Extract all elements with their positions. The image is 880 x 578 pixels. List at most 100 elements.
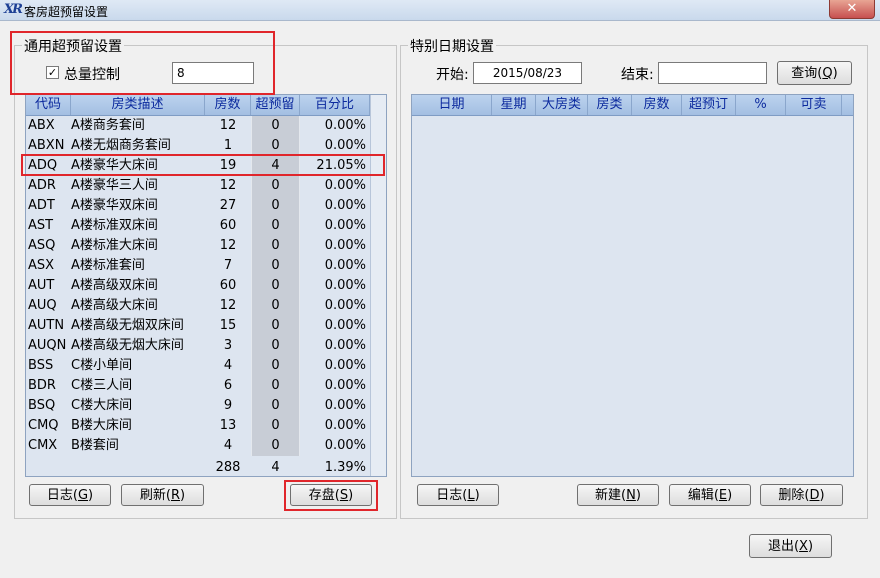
special-log-button[interactable]: 日志(L) — [417, 484, 499, 506]
row-overbook[interactable]: 0 — [251, 296, 300, 316]
row-rooms: 12 — [219, 298, 237, 313]
row-rooms: 12 — [219, 118, 237, 133]
column-header-room-count[interactable]: 房数 — [632, 95, 682, 115]
table-row[interactable]: ASQ A楼标准大床间 12 0 0.00% — [26, 236, 370, 256]
table-row[interactable]: ASX A楼标准套间 7 0 0.00% — [26, 256, 370, 276]
total-percent: 1.39% — [324, 460, 366, 475]
row-overbook[interactable]: 0 — [251, 336, 300, 356]
delete-button[interactable]: 删除(D) — [760, 484, 843, 506]
column-header-overbook[interactable]: 超预留 — [251, 95, 300, 115]
row-overbook[interactable]: 0 — [251, 116, 300, 136]
row-code: AUTN — [28, 318, 65, 333]
column-header-percent-sign[interactable]: % — [736, 95, 786, 115]
row-rooms: 4 — [223, 358, 233, 373]
row-percent: 0.00% — [324, 138, 366, 153]
column-header-rooms[interactable]: 房数 — [205, 95, 251, 115]
new-button[interactable]: 新建(N) — [577, 484, 659, 506]
room-type-grid-scroll-area[interactable] — [370, 95, 386, 476]
row-code: AUT — [28, 278, 55, 293]
row-percent: 0.00% — [324, 178, 366, 193]
row-overbook[interactable]: 0 — [251, 376, 300, 396]
table-row[interactable]: AUQN A楼高级无烟大床间 3 0 0.00% — [26, 336, 370, 356]
start-date-label: 开始: — [436, 67, 469, 83]
row-code: ADR — [28, 178, 56, 193]
column-header-percent[interactable]: 百分比 — [300, 95, 370, 115]
column-header-room-type[interactable]: 房类 — [588, 95, 632, 115]
row-code: CMX — [28, 438, 58, 453]
row-overbook[interactable]: 0 — [251, 136, 300, 156]
special-dates-grid-header: 日期 星期 大房类 房类 房数 超预订 % 可卖 — [412, 95, 853, 116]
start-date-input[interactable]: 2015/08/23 — [473, 62, 582, 84]
row-overbook[interactable]: 0 — [251, 356, 300, 376]
row-description: A楼豪华三人间 — [71, 178, 158, 193]
table-row[interactable]: BSQ C楼大床间 9 0 0.00% — [26, 396, 370, 416]
row-overbook[interactable]: 0 — [251, 256, 300, 276]
row-description: C楼大床间 — [71, 398, 133, 413]
row-percent: 0.00% — [324, 198, 366, 213]
row-description: A楼标准双床间 — [71, 218, 158, 233]
table-row[interactable]: ABX A楼商务套间 12 0 0.00% — [26, 116, 370, 136]
end-date-input[interactable] — [658, 62, 767, 84]
row-overbook[interactable]: 0 — [251, 176, 300, 196]
row-overbook[interactable]: 0 — [251, 196, 300, 216]
window-title: 客房超预留设置 — [24, 5, 109, 19]
table-row[interactable]: CMQ B楼大床间 13 0 0.00% — [26, 416, 370, 436]
table-row[interactable]: AUTN A楼高级无烟双床间 15 0 0.00% — [26, 316, 370, 336]
row-code: ADT — [28, 198, 55, 213]
column-header-overbooking[interactable]: 超预订 — [682, 95, 736, 115]
row-description: C楼三人间 — [71, 378, 133, 393]
query-button[interactable]: 查询(Q) — [777, 61, 852, 85]
row-rooms: 6 — [223, 378, 233, 393]
row-rooms: 9 — [223, 398, 233, 413]
totals-row: 288 4 1.39% — [26, 458, 370, 476]
row-percent: 0.00% — [324, 278, 366, 293]
row-percent: 0.00% — [324, 238, 366, 253]
row-rooms: 27 — [219, 198, 237, 213]
special-dates-grid: 日期 星期 大房类 房类 房数 超预订 % 可卖 — [411, 94, 854, 477]
exit-button[interactable]: 退出(X) — [749, 534, 832, 558]
row-rooms: 4 — [223, 438, 233, 453]
row-overbook[interactable]: 0 — [251, 416, 300, 436]
row-overbook[interactable]: 0 — [251, 276, 300, 296]
row-rooms: 12 — [219, 238, 237, 253]
row-overbook[interactable]: 0 — [251, 396, 300, 416]
row-overbook[interactable]: 0 — [251, 236, 300, 256]
row-percent: 0.00% — [324, 258, 366, 273]
row-description: A楼标准套间 — [71, 258, 145, 273]
row-rooms: 15 — [219, 318, 237, 333]
table-row[interactable]: AUT A楼高级双床间 60 0 0.00% — [26, 276, 370, 296]
highlight-general-settings — [10, 31, 275, 95]
row-percent: 0.00% — [324, 358, 366, 373]
row-description: A楼商务套间 — [71, 118, 145, 133]
edit-button[interactable]: 编辑(E) — [669, 484, 751, 506]
app-icon: XR — [4, 2, 23, 17]
column-header-date[interactable]: 日期 — [412, 95, 492, 115]
table-row[interactable]: CMX B楼套间 4 0 0.00% — [26, 436, 370, 456]
column-header-code[interactable]: 代码 — [26, 95, 71, 115]
column-header-description[interactable]: 房类描述 — [71, 95, 205, 115]
row-overbook[interactable]: 0 — [251, 436, 300, 456]
table-row[interactable]: ABXN A楼无烟商务套间 1 0 0.00% — [26, 136, 370, 156]
refresh-button[interactable]: 刷新(R) — [121, 484, 204, 506]
row-rooms: 60 — [219, 218, 237, 233]
close-button[interactable]: ✕ — [829, 0, 875, 19]
column-header-available[interactable]: 可卖 — [786, 95, 842, 115]
highlight-save-button — [284, 480, 378, 511]
table-row[interactable]: BDR C楼三人间 6 0 0.00% — [26, 376, 370, 396]
table-row[interactable]: BSS C楼小单间 4 0 0.00% — [26, 356, 370, 376]
row-code: AUQ — [28, 298, 57, 313]
column-header-weekday[interactable]: 星期 — [492, 95, 536, 115]
table-row[interactable]: AST A楼标准双床间 60 0 0.00% — [26, 216, 370, 236]
row-overbook[interactable]: 0 — [251, 316, 300, 336]
column-header-major-room-type[interactable]: 大房类 — [536, 95, 588, 115]
row-description: A楼高级无烟双床间 — [71, 318, 184, 333]
log-button[interactable]: 日志(G) — [29, 484, 111, 506]
row-percent: 0.00% — [324, 298, 366, 313]
table-row[interactable]: ADR A楼豪华三人间 12 0 0.00% — [26, 176, 370, 196]
row-code: ASQ — [28, 238, 56, 253]
row-percent: 0.00% — [324, 438, 366, 453]
table-row[interactable]: AUQ A楼高级大床间 12 0 0.00% — [26, 296, 370, 316]
row-overbook[interactable]: 0 — [251, 216, 300, 236]
row-rooms: 60 — [219, 278, 237, 293]
table-row[interactable]: ADT A楼豪华双床间 27 0 0.00% — [26, 196, 370, 216]
